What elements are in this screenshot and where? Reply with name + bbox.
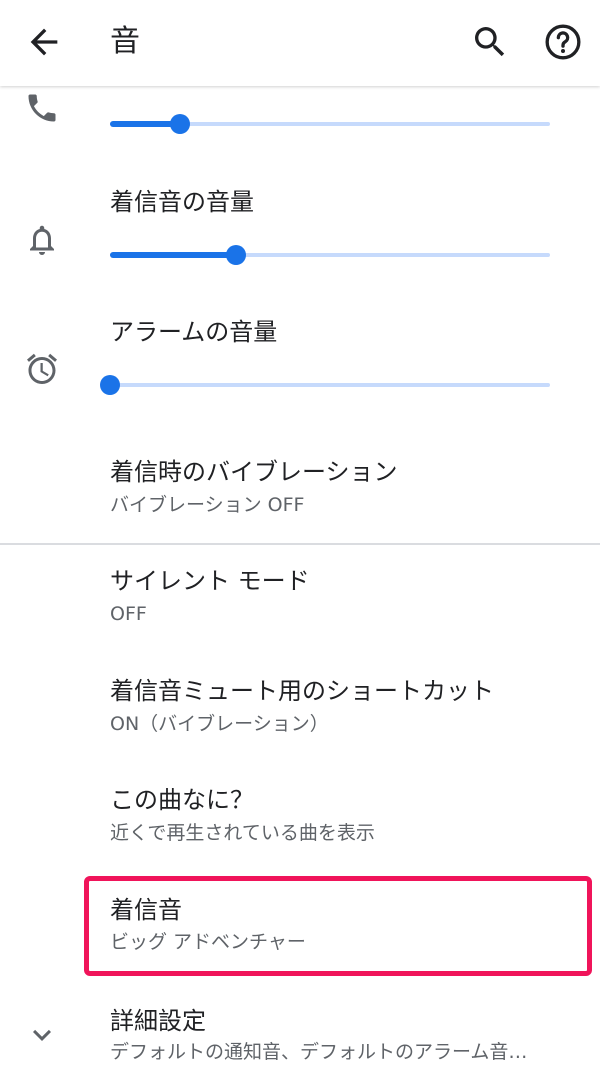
section-divider — [0, 543, 600, 545]
call-volume-slider[interactable] — [110, 112, 550, 136]
arrow-back-icon[interactable] — [24, 22, 64, 62]
now-playing-subtitle: 近くで再生されている曲を表示 — [110, 822, 375, 844]
mute-shortcut-title: 着信音ミュート用のショートカット — [110, 677, 494, 705]
mute-shortcut-subtitle: ON（バイブレーション） — [110, 713, 329, 735]
slider-thumb[interactable] — [226, 245, 246, 265]
vibration-subtitle: バイブレーション OFF — [110, 494, 305, 516]
slider-thumb[interactable] — [170, 114, 190, 134]
ring-volume-label: 着信音の音量 — [110, 188, 254, 216]
silent-mode-subtitle: OFF — [110, 603, 147, 625]
now-playing-title: この曲なに？ — [110, 786, 254, 814]
help-circle-icon[interactable] — [543, 22, 583, 62]
phone-icon — [24, 90, 60, 126]
alarm-clock-icon — [24, 351, 60, 387]
vibration-title: 着信時のバイブレーション — [110, 458, 398, 486]
app-bar: 音 — [0, 0, 600, 86]
chevron-down-icon — [24, 1017, 60, 1053]
alarm-volume-label: アラームの音量 — [110, 318, 278, 346]
page-title: 音 — [110, 24, 140, 59]
silent-mode-title: サイレント モード — [110, 567, 310, 595]
alarm-volume-slider[interactable] — [100, 373, 550, 397]
advanced-title: 詳細設定 — [110, 1007, 206, 1035]
highlight-box — [84, 876, 592, 976]
ring-volume-slider[interactable] — [110, 243, 550, 267]
advanced-subtitle: デフォルトの通知音、デフォルトのアラーム音… — [110, 1041, 528, 1063]
slider-thumb[interactable] — [100, 375, 120, 395]
bell-icon — [24, 222, 60, 258]
search-icon[interactable] — [470, 22, 510, 62]
